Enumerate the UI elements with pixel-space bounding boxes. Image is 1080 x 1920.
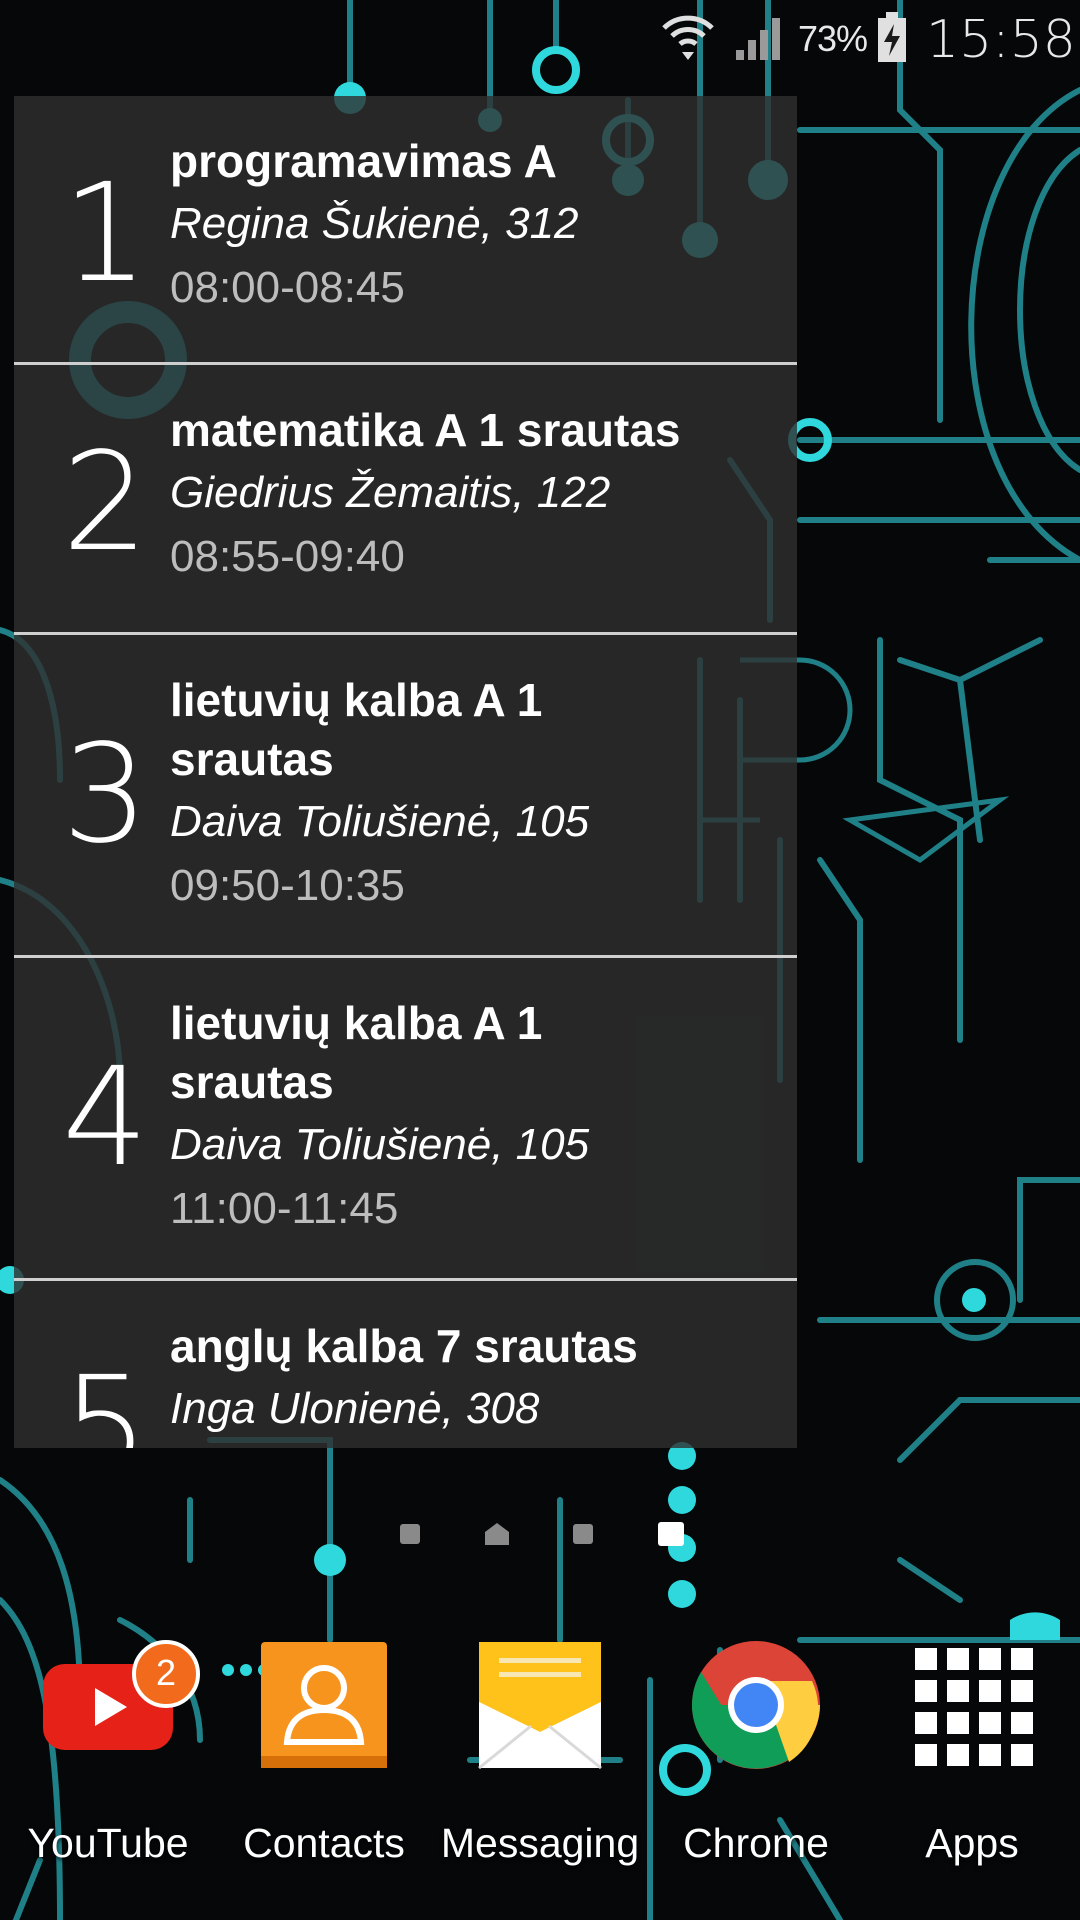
page-dot-active[interactable] xyxy=(658,1522,684,1546)
page-indicator[interactable] xyxy=(0,1518,1080,1550)
notification-badge: 2 xyxy=(132,1640,200,1708)
messaging-icon xyxy=(478,1642,602,1770)
lesson-subject: matematika A 1 srautas xyxy=(170,404,681,456)
home-page-icon[interactable] xyxy=(484,1522,510,1546)
lesson-item[interactable]: 5 anglų kalba 7 srautas Inga Ulonienė, 3… xyxy=(14,1281,797,1448)
wifi-icon xyxy=(662,15,714,60)
lesson-teacher-room: Inga Ulonienė, 308 xyxy=(170,1384,540,1433)
contacts-icon xyxy=(261,1642,387,1768)
lesson-teacher-room: Daiva Toliušienė, 105 xyxy=(170,797,590,846)
lesson-item[interactable]: 4 lietuvių kalba A 1 srautas Daiva Toliu… xyxy=(14,958,797,1281)
lesson-teacher-room: Daiva Toliušienė, 105 xyxy=(170,1120,590,1169)
lesson-number: 1 xyxy=(62,155,149,313)
lesson-teacher-room: Giedrius Žemaitis, 122 xyxy=(170,468,611,517)
page-dot[interactable] xyxy=(400,1524,420,1544)
dock-app-label: YouTube xyxy=(27,1820,189,1866)
lesson-time: 11:00-11:45 xyxy=(170,1184,399,1233)
dock-app-youtube[interactable]: 2 YouTube xyxy=(0,1640,216,1880)
battery-percent: 73% xyxy=(798,18,868,59)
lesson-item[interactable]: 1 programavimas A Regina Šukienė, 312 08… xyxy=(14,96,797,365)
chrome-icon xyxy=(692,1641,820,1769)
lesson-subject-continued: srautas xyxy=(170,1056,334,1108)
dock-app-contacts[interactable]: Contacts xyxy=(216,1640,432,1880)
apps-grid-icon xyxy=(915,1648,1033,1766)
lesson-item[interactable]: 2 matematika A 1 srautas Giedrius Žemait… xyxy=(14,365,797,635)
lesson-time: 08:00-08:45 xyxy=(170,263,405,312)
dock-app-label: Contacts xyxy=(243,1820,405,1866)
dock-app-messaging[interactable]: Messaging xyxy=(432,1640,648,1880)
dock-app-chrome[interactable]: Chrome xyxy=(648,1640,864,1880)
lesson-number: 3 xyxy=(62,716,149,874)
page-dot[interactable] xyxy=(573,1524,593,1544)
lesson-subject-continued: srautas xyxy=(170,733,334,785)
lesson-time: 09:50-10:35 xyxy=(170,861,405,910)
lesson-number: 2 xyxy=(62,424,149,582)
lesson-item[interactable]: 3 lietuvių kalba A 1 srautas Daiva Toliu… xyxy=(14,635,797,958)
lesson-subject: lietuvių kalba A 1 xyxy=(170,997,543,1049)
lesson-number: 4 xyxy=(62,1039,149,1197)
lesson-subject: anglų kalba 7 srautas xyxy=(170,1320,638,1372)
dock-app-label: Chrome xyxy=(683,1820,829,1866)
lesson-teacher-room: Regina Šukienė, 312 xyxy=(170,199,579,248)
dock-app-apps[interactable]: Apps xyxy=(864,1640,1080,1880)
dock-app-label: Messaging xyxy=(440,1820,640,1866)
status-bar: 73% 15:58 xyxy=(0,0,1080,80)
cell-signal-icon xyxy=(736,18,780,60)
dock-app-label: Apps xyxy=(925,1820,1019,1866)
battery-charging-icon xyxy=(878,12,906,62)
lesson-subject: programavimas A xyxy=(170,135,557,187)
lesson-subject: lietuvių kalba A 1 xyxy=(170,674,543,726)
status-clock: 15:58 xyxy=(926,10,1076,70)
timetable-widget[interactable]: 1 programavimas A Regina Šukienė, 312 08… xyxy=(14,96,797,1448)
lesson-time: 08:55-09:40 xyxy=(170,532,405,581)
lesson-number: 5 xyxy=(62,1348,149,1448)
